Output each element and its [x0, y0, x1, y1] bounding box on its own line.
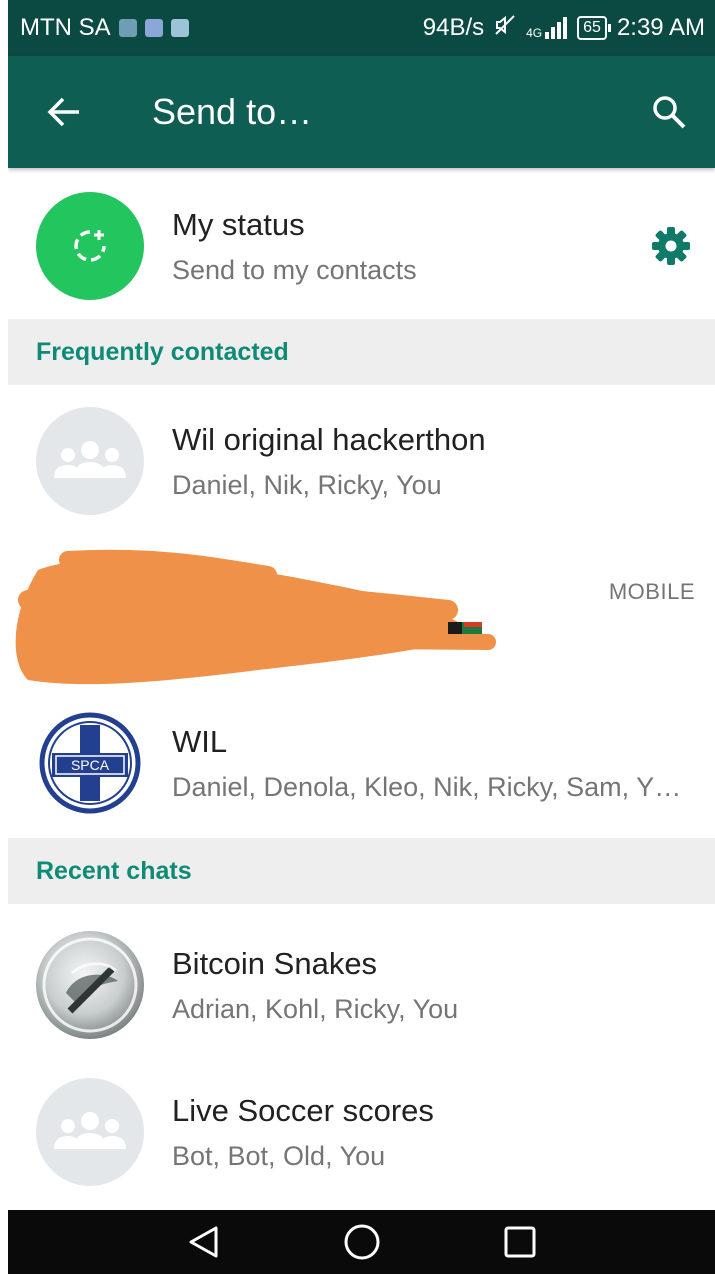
system-nav-bar	[8, 1210, 715, 1274]
chat-name: Bitcoin Snakes	[172, 945, 378, 981]
nav-recents-button[interactable]	[496, 1218, 544, 1266]
spca-logo-icon: SPCA	[39, 712, 141, 814]
section-title: Frequently contacted	[36, 337, 289, 366]
status-privacy-settings-button[interactable]	[649, 224, 693, 268]
contact-text: Wil original hackerthon Daniel, Nik, Ric…	[172, 422, 486, 501]
contact-members: Daniel, Nik, Ricky, You	[172, 469, 442, 500]
chat-members: Bot, Bot, Old, You	[172, 1140, 386, 1171]
search-icon	[653, 96, 686, 129]
notification-icon	[118, 19, 137, 37]
contact-name: WIL	[172, 723, 228, 759]
my-status-row[interactable]: My status Send to my contacts	[8, 178, 715, 314]
group-people-icon	[54, 1112, 126, 1149]
my-status-text: My status Send to my contacts	[172, 207, 417, 286]
contact-row[interactable]: SPCA WIL Daniel, Denola, Kleo, Nik, Rick…	[8, 691, 715, 835]
status-bar-right: 94B/s 4G 65 2:39 AM	[423, 14, 705, 43]
mute-icon	[494, 14, 516, 43]
battery-icon: 65	[577, 16, 611, 40]
section-header-frequent: Frequently contacted	[8, 319, 715, 385]
app-toolbar: Send to…	[8, 56, 715, 168]
page-title: Send to…	[152, 91, 313, 132]
nav-back-button[interactable]	[180, 1218, 228, 1266]
my-status-title: My status	[172, 206, 305, 242]
signal-indicator: 4G	[526, 17, 568, 40]
group-people-icon	[54, 441, 126, 478]
back-button[interactable]	[28, 76, 100, 148]
network-type-label: 4G	[526, 26, 543, 40]
status-add-icon	[74, 230, 106, 262]
notification-icon	[144, 19, 163, 37]
chat-text: Bitcoin Snakes Adrian, Kohl, Ricky, You	[172, 946, 458, 1025]
contact-type-tag: MOBILE	[608, 579, 695, 604]
redaction-scribble	[15, 549, 496, 685]
time-label: 2:39 AM	[616, 14, 705, 41]
net-speed-label: 94B/s	[422, 14, 485, 41]
group-avatar	[36, 407, 144, 515]
status-avatar	[36, 192, 144, 300]
battery-level: 65	[583, 19, 601, 36]
signal-icon	[545, 17, 568, 39]
coin-logo-icon	[42, 937, 138, 1033]
chat-name: Live Soccer scores	[172, 1092, 434, 1128]
square-recents-icon	[504, 1226, 535, 1258]
contact-members: Daniel, Denola, Kleo, Nik, Ricky, Sam, Y…	[172, 771, 682, 802]
group-avatar	[36, 1078, 144, 1186]
contact-text: WIL Daniel, Denola, Kleo, Nik, Ricky, Sa…	[172, 724, 681, 803]
nav-home-button[interactable]	[338, 1218, 386, 1266]
my-status-subtitle: Send to my contacts	[172, 254, 417, 285]
status-bar: MTN SA 94B/s 4G 65 2:39 AM	[8, 0, 715, 56]
chat-text: Live Soccer scores Bot, Bot, Old, You	[172, 1093, 434, 1172]
section-title: Recent chats	[36, 856, 192, 885]
contact-name: Wil original hackerthon	[172, 421, 486, 457]
status-bar-left: MTN SA	[20, 14, 189, 42]
chat-members: Adrian, Kohl, Ricky, You	[172, 993, 459, 1024]
chat-row[interactable]: Live Soccer scores Bot, Bot, Old, You	[8, 1064, 715, 1200]
contact-row[interactable]: Wil original hackerthon Daniel, Nik, Ric…	[8, 395, 715, 527]
carrier-label: MTN SA	[20, 14, 111, 41]
spca-avatar: SPCA	[36, 709, 144, 817]
chat-row[interactable]: Bitcoin Snakes Adrian, Kohl, Ricky, You	[8, 910, 715, 1060]
app-screen: MTN SA 94B/s 4G 65 2:39 AM Send to… My s…	[8, 0, 715, 1274]
spca-logo-text: SPCA	[71, 757, 110, 773]
arrow-left-icon	[47, 97, 79, 127]
image-notification-icon	[170, 19, 189, 37]
gear-icon	[652, 227, 690, 265]
search-button[interactable]	[637, 80, 701, 144]
coin-avatar	[36, 931, 144, 1039]
circle-home-icon	[344, 1224, 379, 1260]
section-header-recent: Recent chats	[8, 838, 715, 904]
triangle-left-icon	[189, 1226, 217, 1258]
